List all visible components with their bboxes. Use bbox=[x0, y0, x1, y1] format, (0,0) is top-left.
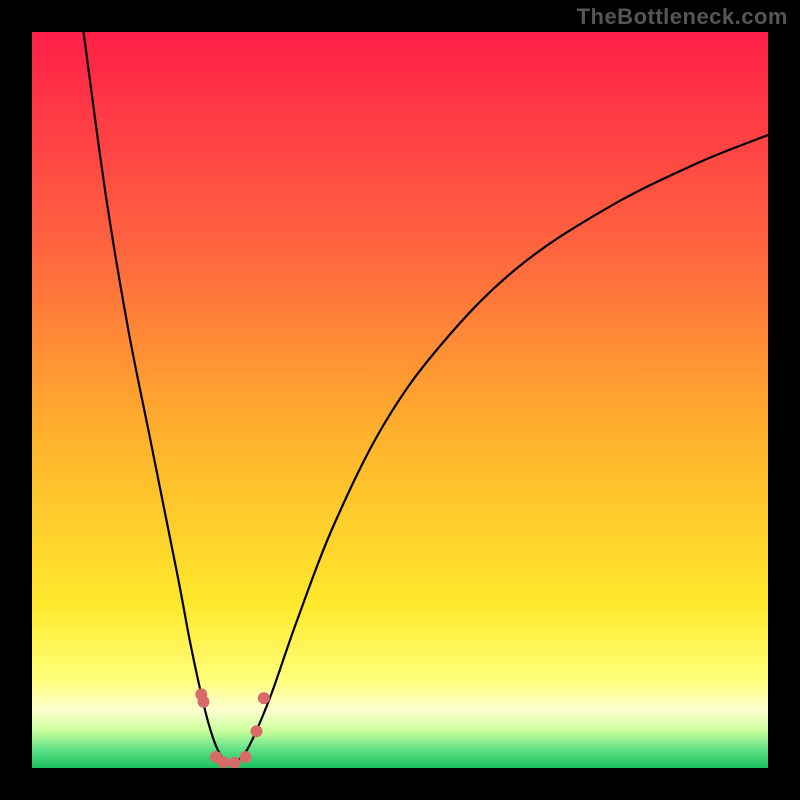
trough-marker bbox=[258, 692, 270, 704]
watermark-text: TheBottleneck.com bbox=[577, 4, 788, 30]
plot-area bbox=[32, 32, 768, 768]
trough-marker bbox=[197, 696, 209, 708]
trough-marker bbox=[239, 751, 251, 763]
trough-marker bbox=[217, 756, 229, 768]
trough-marker bbox=[250, 725, 262, 737]
plot-svg bbox=[32, 32, 768, 768]
chart-frame: TheBottleneck.com bbox=[0, 0, 800, 800]
